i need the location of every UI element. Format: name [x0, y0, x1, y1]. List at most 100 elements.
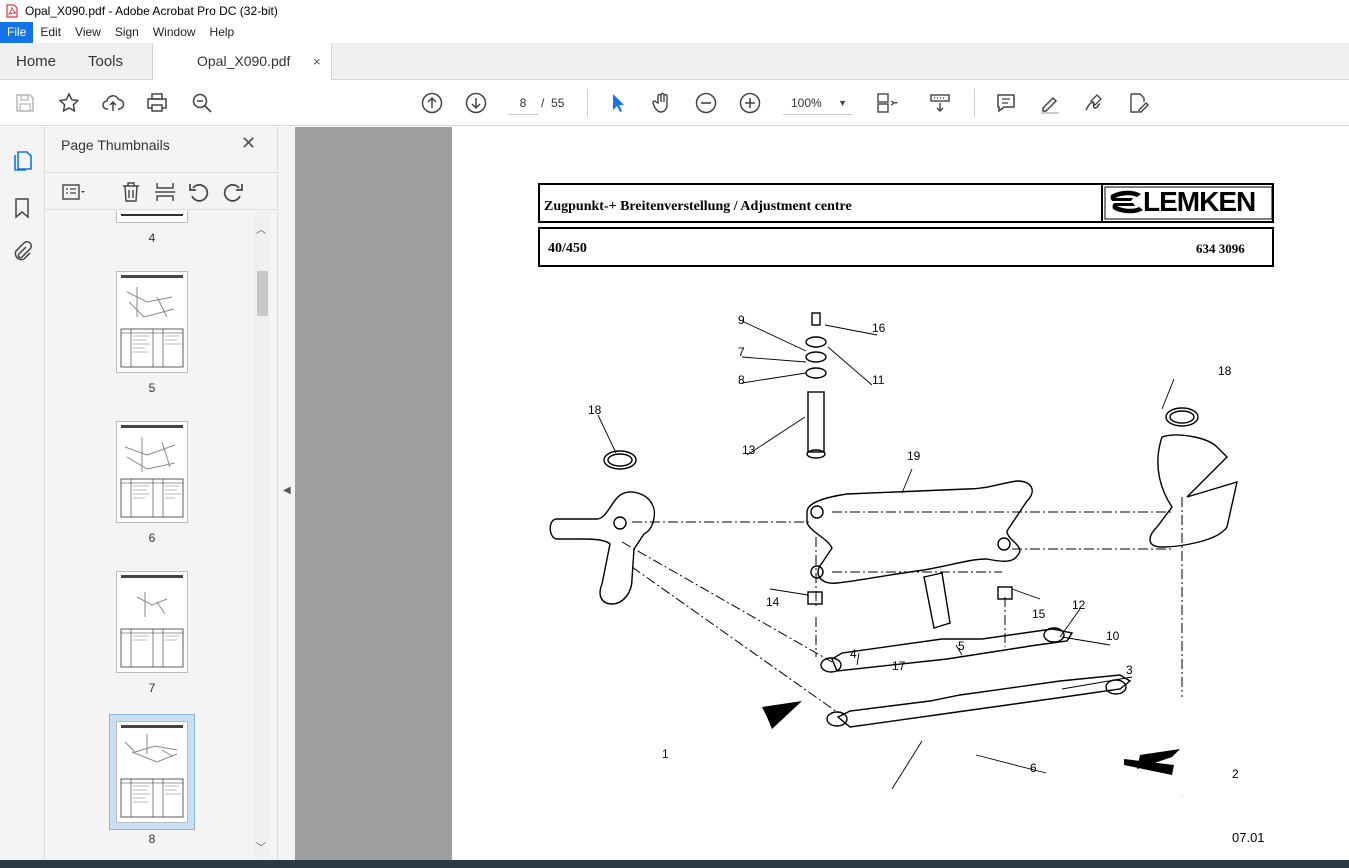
- menu-bar: File Edit View Sign Window Help: [0, 22, 1349, 43]
- thumbnail-page-4[interactable]: [116, 211, 188, 223]
- panel-splitter[interactable]: ◀: [277, 127, 295, 860]
- rotate-right-icon[interactable]: [221, 180, 245, 204]
- chevron-up-icon[interactable]: ︿: [256, 221, 266, 236]
- callout-label: 17: [892, 659, 906, 673]
- insert-page-icon[interactable]: [153, 180, 177, 204]
- options-menu-icon[interactable]: [61, 180, 85, 204]
- bookmark-icon[interactable]: [10, 196, 34, 220]
- chevron-down-icon: ▼: [838, 98, 847, 108]
- taskbar-strip: [0, 860, 1349, 868]
- minus-circle-icon[interactable]: [694, 91, 718, 115]
- menu-window[interactable]: Window: [146, 22, 203, 43]
- page-header-info-row: 40/450 634 3096: [538, 227, 1274, 267]
- thumbnail-label: 8: [148, 832, 156, 846]
- toolbar-divider: [587, 89, 588, 117]
- page-footer-date: 07.01: [1232, 830, 1265, 845]
- callout-label: 1: [662, 747, 669, 761]
- thumbnail-list: 4 5 6 7 8: [45, 211, 263, 860]
- callout-label: 16: [872, 321, 886, 335]
- pdf-page: Zugpunkt-+ Breitenverstellung / Adjustme…: [452, 127, 1349, 860]
- toolbar-divider: [974, 89, 975, 117]
- page-header-title: Zugpunkt-+ Breitenverstellung / Adjustme…: [544, 199, 852, 214]
- thumbnail-scrollbar[interactable]: ︿ ﹀: [254, 211, 270, 860]
- callout-label: 5: [958, 639, 965, 653]
- thumbnail-page-7[interactable]: [116, 571, 188, 673]
- pages-icon[interactable]: [10, 149, 34, 173]
- page-number-input[interactable]: 8: [508, 91, 538, 115]
- callout-label: 12: [1072, 598, 1086, 612]
- logo-text: LEMKEN: [1143, 186, 1256, 217]
- acrobat-icon: [6, 4, 18, 18]
- thumbnail-panel: Page Thumbnails ✕ 4 5 6 7 8 ︿ ﹀: [45, 127, 277, 860]
- trash-icon[interactable]: [119, 180, 143, 204]
- callout-label: 13: [742, 443, 756, 457]
- star-icon[interactable]: [57, 91, 81, 115]
- thumbnail-toolbar: [45, 172, 277, 210]
- callout-label: 15: [1032, 607, 1046, 621]
- tab-document[interactable]: Opal_X090.pdf ×: [152, 43, 332, 80]
- total-pages: 55: [551, 96, 565, 110]
- tab-bar: Home Tools Opal_X090.pdf ×: [0, 43, 1349, 80]
- comment-icon[interactable]: [994, 91, 1018, 115]
- callout-label: 2: [1232, 767, 1239, 781]
- callout-label: 11: [872, 373, 885, 387]
- tab-tools[interactable]: Tools: [88, 43, 123, 80]
- thumbnail-label: 6: [148, 531, 156, 545]
- lemken-logo: LEMKEN: [1101, 185, 1274, 221]
- menu-view[interactable]: View: [68, 22, 108, 43]
- printer-icon[interactable]: [145, 91, 169, 115]
- exploded-parts-diagram: [549, 312, 1238, 797]
- pointer-icon[interactable]: [606, 91, 630, 115]
- callout-label: 3: [1126, 663, 1133, 677]
- zoom-select[interactable]: 100% ▼: [783, 91, 853, 115]
- title-bar: Opal_X090.pdf - Adobe Acrobat Pro DC (32…: [0, 0, 1349, 22]
- plus-circle-icon[interactable]: [738, 91, 762, 115]
- callout-label: 6: [1030, 761, 1037, 775]
- close-icon[interactable]: ✕: [241, 133, 256, 154]
- callout-label: 10: [1106, 629, 1120, 643]
- toolbar: 8 / 55 100% ▼: [0, 80, 1349, 126]
- hand-icon[interactable]: [650, 91, 674, 115]
- model-number: 40/450: [548, 241, 587, 256]
- scroll-mode-icon[interactable]: [928, 91, 952, 115]
- callout-label: 8: [738, 373, 745, 387]
- thumbnail-page-5[interactable]: [116, 271, 188, 373]
- search-icon[interactable]: [190, 91, 214, 115]
- sign-icon[interactable]: [1082, 91, 1106, 115]
- arrow-down-circle-icon[interactable]: [464, 91, 488, 115]
- chevron-down-icon[interactable]: ﹀: [256, 839, 266, 854]
- thumbnail-page-6[interactable]: [116, 421, 188, 523]
- menu-file[interactable]: File: [0, 22, 34, 43]
- collapse-panel-icon[interactable]: ◀: [283, 485, 291, 496]
- cloud-upload-icon[interactable]: [101, 91, 125, 115]
- thumbnail-page-8[interactable]: [116, 721, 188, 823]
- tab-home[interactable]: Home: [16, 43, 56, 80]
- window-title: Opal_X090.pdf - Adobe Acrobat Pro DC (32…: [25, 4, 278, 18]
- save-icon[interactable]: [13, 91, 37, 115]
- pen-icon[interactable]: [1038, 91, 1062, 115]
- scrollbar-thumb[interactable]: [257, 271, 268, 316]
- callout-label: 14: [766, 595, 780, 609]
- page-separator: /: [541, 96, 545, 110]
- thumbnail-label: 4: [148, 231, 156, 245]
- callout-label: 18: [1218, 364, 1232, 378]
- paperclip-icon[interactable]: [10, 240, 34, 264]
- menu-sign[interactable]: Sign: [108, 22, 146, 43]
- close-tab-icon[interactable]: ×: [313, 43, 321, 80]
- callout-label: 4: [850, 647, 857, 661]
- fit-page-icon[interactable]: [874, 91, 898, 115]
- document-viewport[interactable]: Zugpunkt-+ Breitenverstellung / Adjustme…: [295, 127, 1349, 860]
- rotate-left-icon[interactable]: [187, 180, 211, 204]
- thumbnail-label: 7: [148, 681, 156, 695]
- menu-help[interactable]: Help: [203, 22, 242, 43]
- tab-document-label: Opal_X090.pdf: [197, 53, 291, 69]
- page-header-title-row: Zugpunkt-+ Breitenverstellung / Adjustme…: [538, 183, 1274, 223]
- arrow-up-circle-icon[interactable]: [420, 91, 444, 115]
- callout-label: 19: [907, 449, 921, 463]
- page-count: / 55: [541, 91, 564, 115]
- edit-pdf-icon[interactable]: [1126, 91, 1150, 115]
- callout-label: 7: [738, 345, 745, 359]
- part-number: 634 3096: [1196, 241, 1245, 256]
- callout-label: 9: [738, 313, 745, 327]
- menu-edit[interactable]: Edit: [33, 22, 68, 43]
